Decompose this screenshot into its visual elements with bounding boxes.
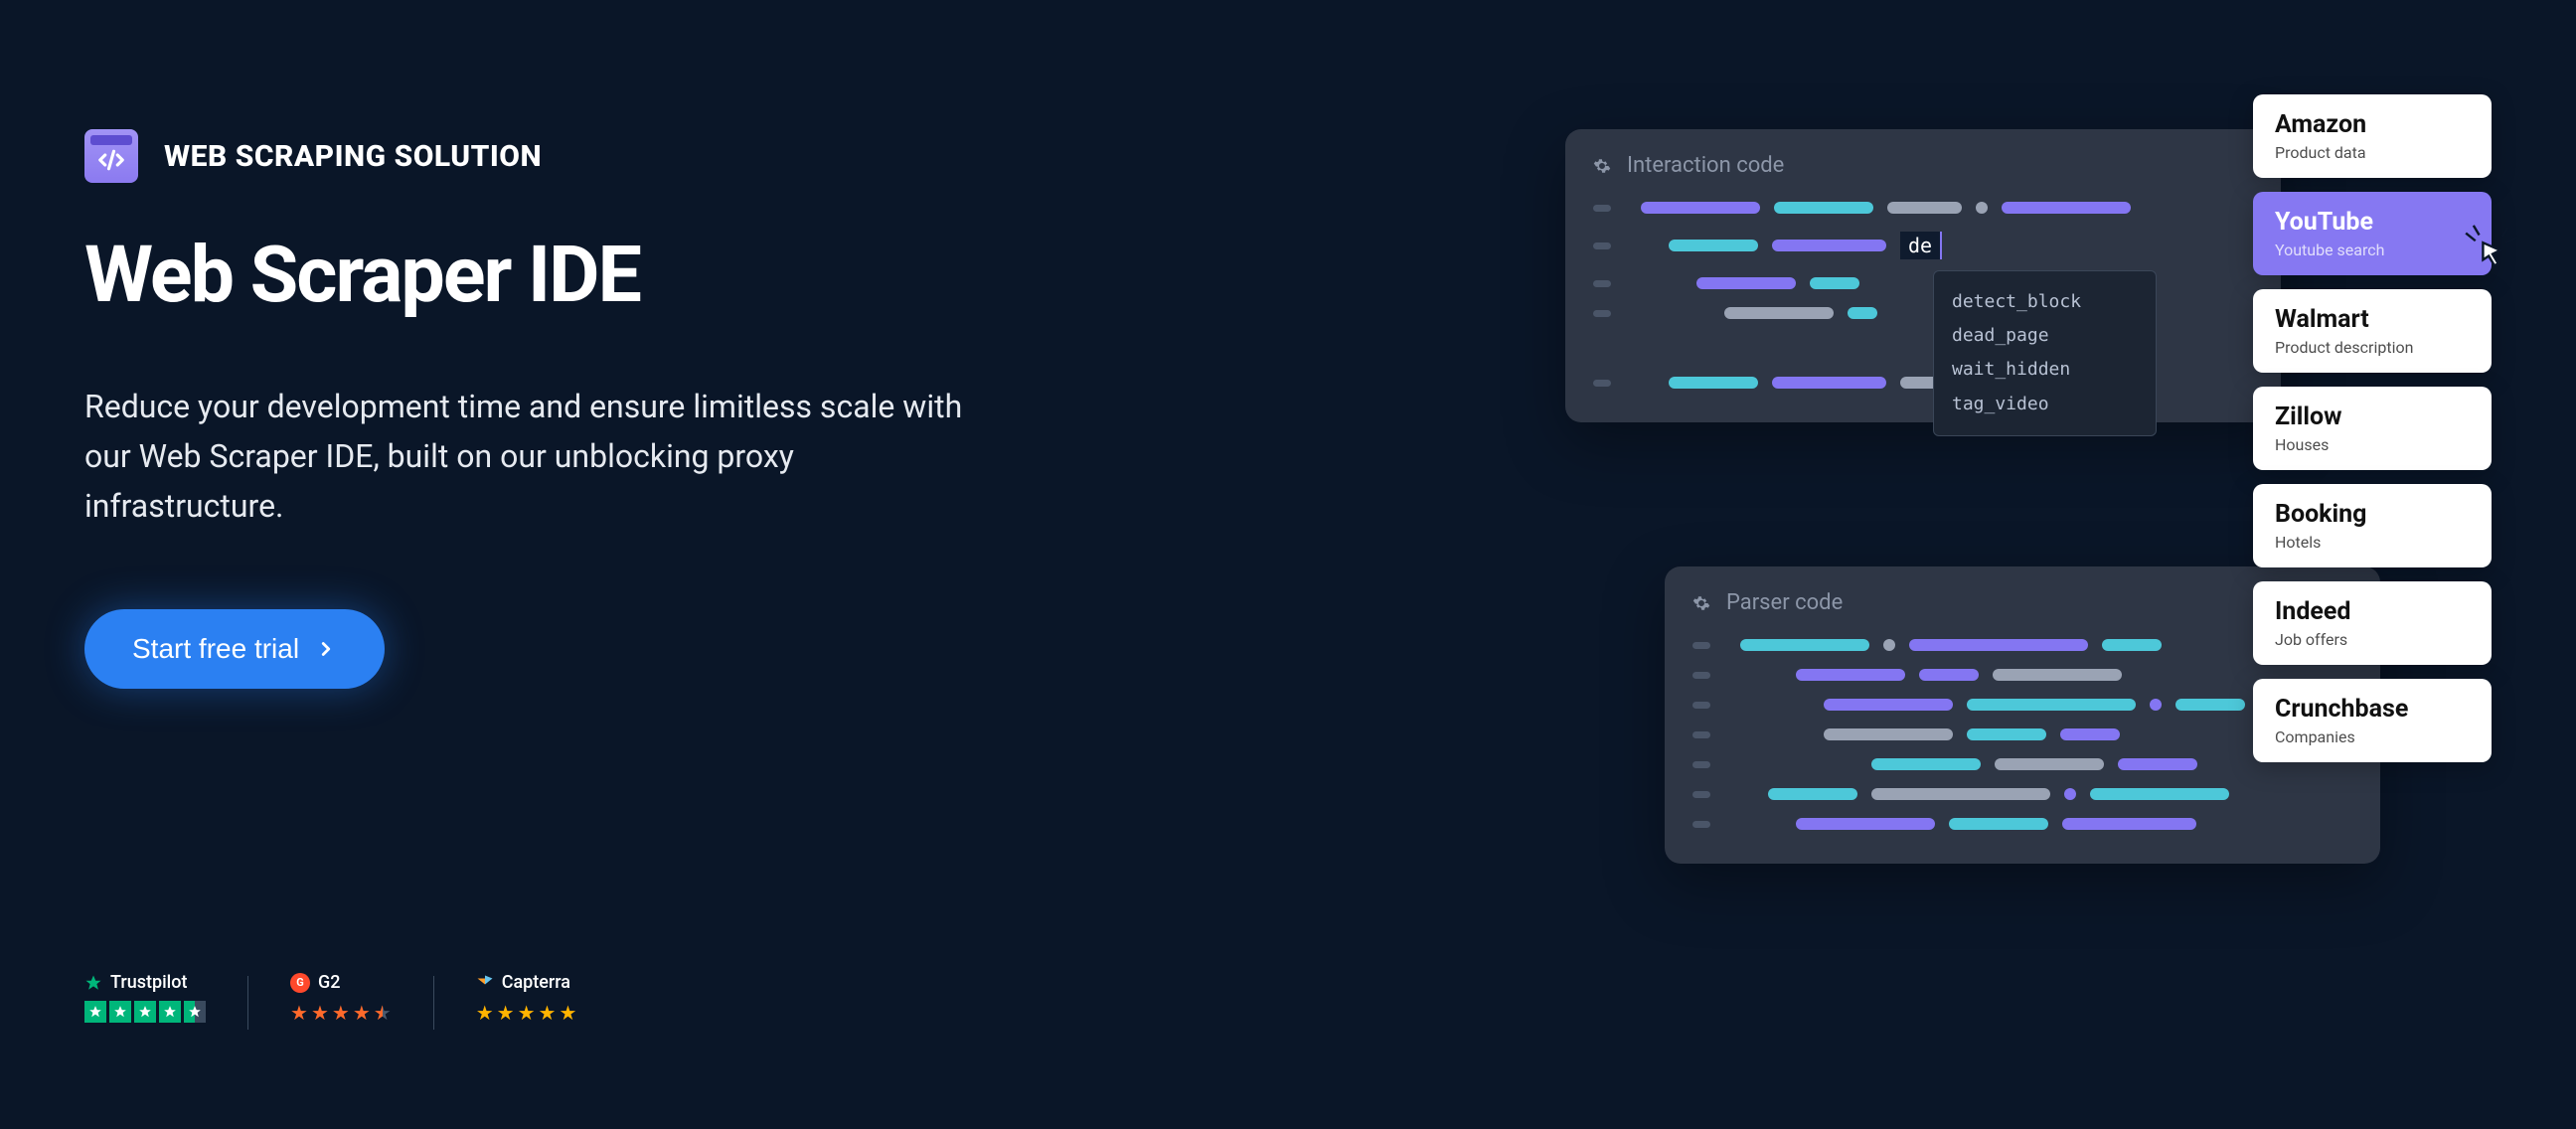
capterra-icon <box>476 974 494 992</box>
template-card-amazon[interactable]: Amazon Product data <box>2253 94 2492 178</box>
autocomplete-popup[interactable]: detect_block dead_page wait_hidden tag_v… <box>1933 270 2157 436</box>
cta-label: Start free trial <box>132 633 299 665</box>
panel-interaction-title: Interaction code <box>1627 153 1784 178</box>
template-card-zillow[interactable]: Zillow Houses <box>2253 387 2492 470</box>
template-card-youtube[interactable]: YouTube Youtube search <box>2253 192 2492 275</box>
review-g2[interactable]: G G2 ★★★★★ <box>290 972 392 1025</box>
autocomplete-item[interactable]: detect_block <box>1952 285 2138 319</box>
template-card-indeed[interactable]: Indeed Job offers <box>2253 581 2492 665</box>
card-title: YouTube <box>2275 208 2470 237</box>
gear-icon <box>1593 157 1611 175</box>
review-trustpilot[interactable]: Trustpilot <box>84 972 206 1023</box>
capterra-stars: ★★★★★ <box>476 1001 577 1025</box>
card-sub: Hotels <box>2275 533 2470 552</box>
card-title: Crunchbase <box>2275 695 2470 724</box>
g2-label: G2 <box>318 972 341 993</box>
review-capterra[interactable]: Capterra ★★★★★ <box>476 972 577 1025</box>
template-card-booking[interactable]: Booking Hotels <box>2253 484 2492 567</box>
divider <box>433 976 434 1030</box>
template-card-walmart[interactable]: Walmart Product description <box>2253 289 2492 373</box>
trustpilot-label: Trustpilot <box>110 972 187 993</box>
card-sub: Product data <box>2275 143 2470 162</box>
autocomplete-item[interactable]: wait_hidden <box>1952 353 2138 387</box>
reviews-row: Trustpilot G G2 ★★★★★ <box>84 972 999 1030</box>
capterra-label: Capterra <box>502 972 570 993</box>
eyebrow-label: WEB SCRAPING SOLUTION <box>164 139 542 174</box>
cursor-click-icon <box>2464 224 2521 269</box>
code-icon <box>84 129 138 183</box>
template-cards: Amazon Product data YouTube Youtube sear… <box>2253 94 2492 762</box>
page-subtext: Reduce your development time and ensure … <box>84 383 979 532</box>
card-sub: Product description <box>2275 338 2470 357</box>
template-card-crunchbase[interactable]: Crunchbase Companies <box>2253 679 2492 762</box>
card-sub: Houses <box>2275 435 2470 454</box>
panel-interaction-code: Interaction code de detect_block dead_pa… <box>1565 129 2281 422</box>
chevron-right-icon <box>315 638 337 660</box>
eyebrow: WEB SCRAPING SOLUTION <box>84 129 999 183</box>
divider <box>247 976 248 1030</box>
trustpilot-stars <box>84 1001 206 1023</box>
panel-parser-title: Parser code <box>1726 590 1843 615</box>
card-title: Indeed <box>2275 597 2470 626</box>
card-title: Walmart <box>2275 305 2470 334</box>
trustpilot-icon <box>84 974 102 992</box>
card-sub: Job offers <box>2275 630 2470 649</box>
start-free-trial-button[interactable]: Start free trial <box>84 609 385 689</box>
autocomplete-item[interactable]: dead_page <box>1952 319 2138 353</box>
card-sub: Companies <box>2275 727 2470 746</box>
card-title: Booking <box>2275 500 2470 529</box>
g2-stars: ★★★★★ <box>290 1001 392 1025</box>
gear-icon <box>1692 594 1710 612</box>
page-title: Web Scraper IDE <box>84 237 999 315</box>
g2-icon: G <box>290 973 310 993</box>
card-sub: Youtube search <box>2275 241 2470 259</box>
card-title: Zillow <box>2275 403 2470 431</box>
typed-input: de <box>1900 232 1942 259</box>
autocomplete-item[interactable]: tag_video <box>1952 388 2138 421</box>
card-title: Amazon <box>2275 110 2470 139</box>
